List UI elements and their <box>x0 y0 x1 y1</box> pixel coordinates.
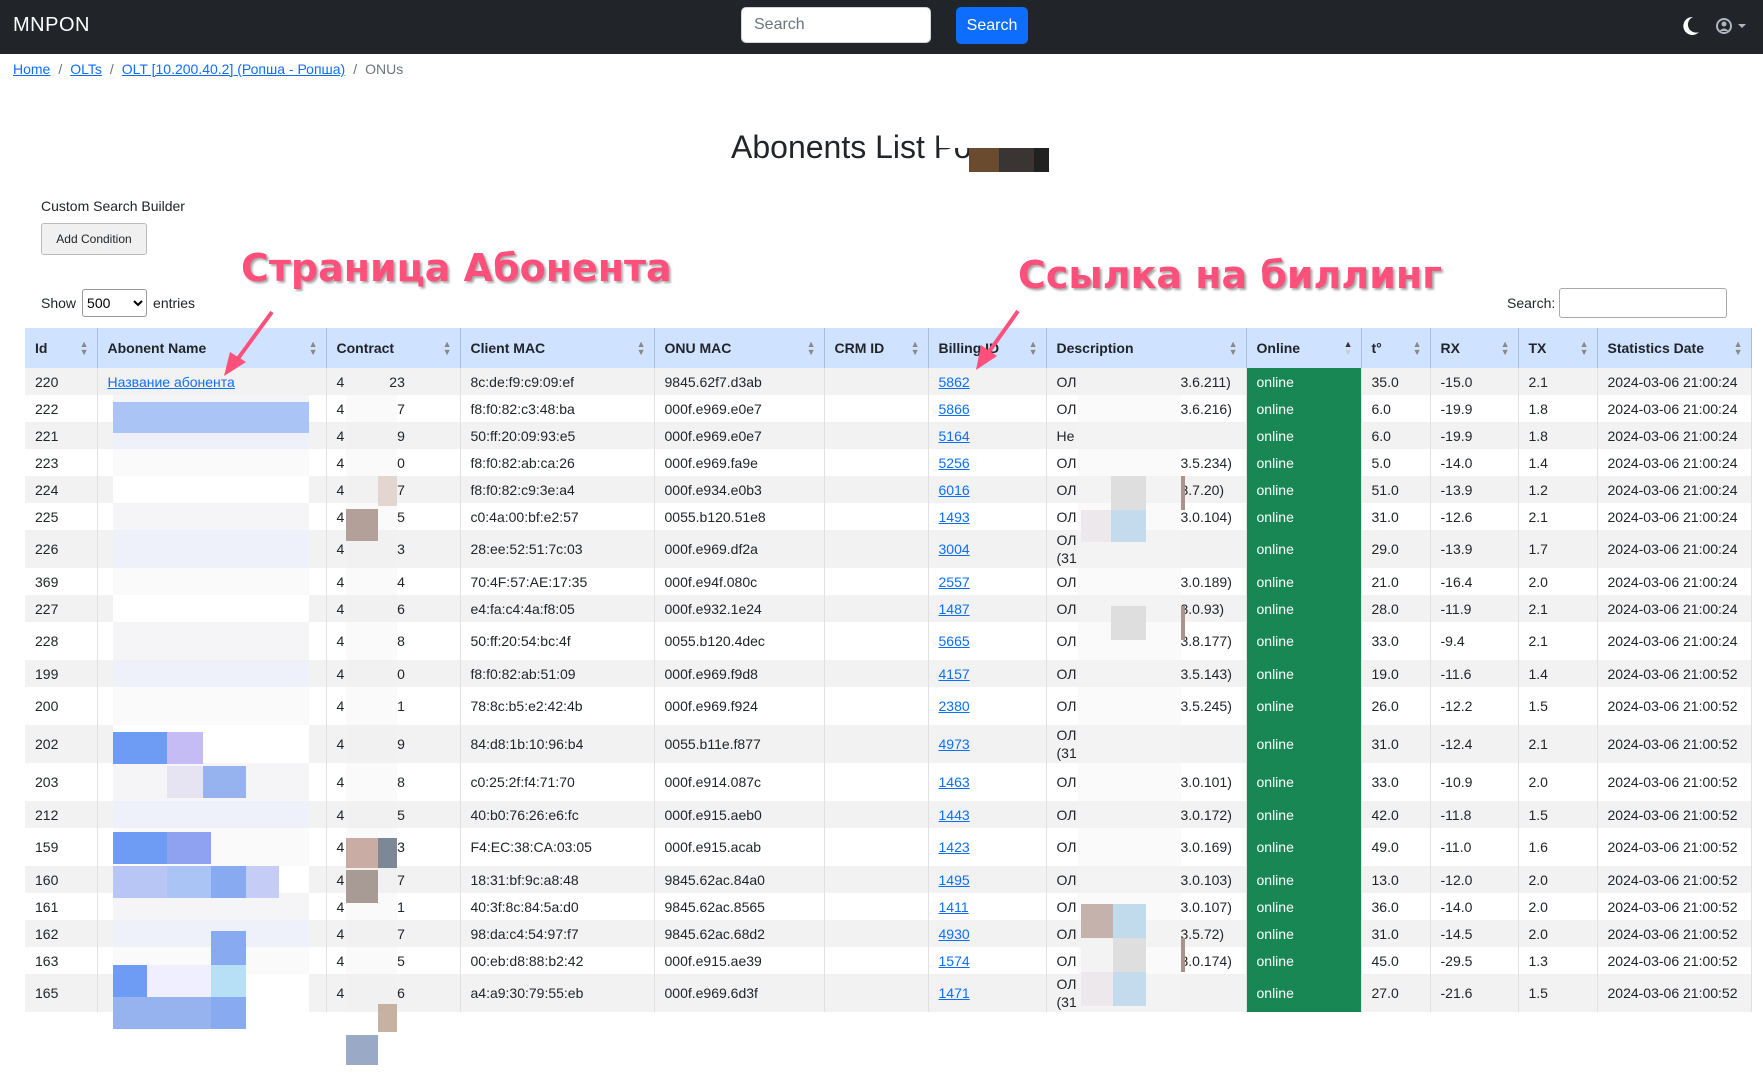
annotation-arrows <box>224 309 1020 376</box>
arrow-to-billing <box>976 309 1020 370</box>
arrow-to-abonent <box>224 310 274 376</box>
